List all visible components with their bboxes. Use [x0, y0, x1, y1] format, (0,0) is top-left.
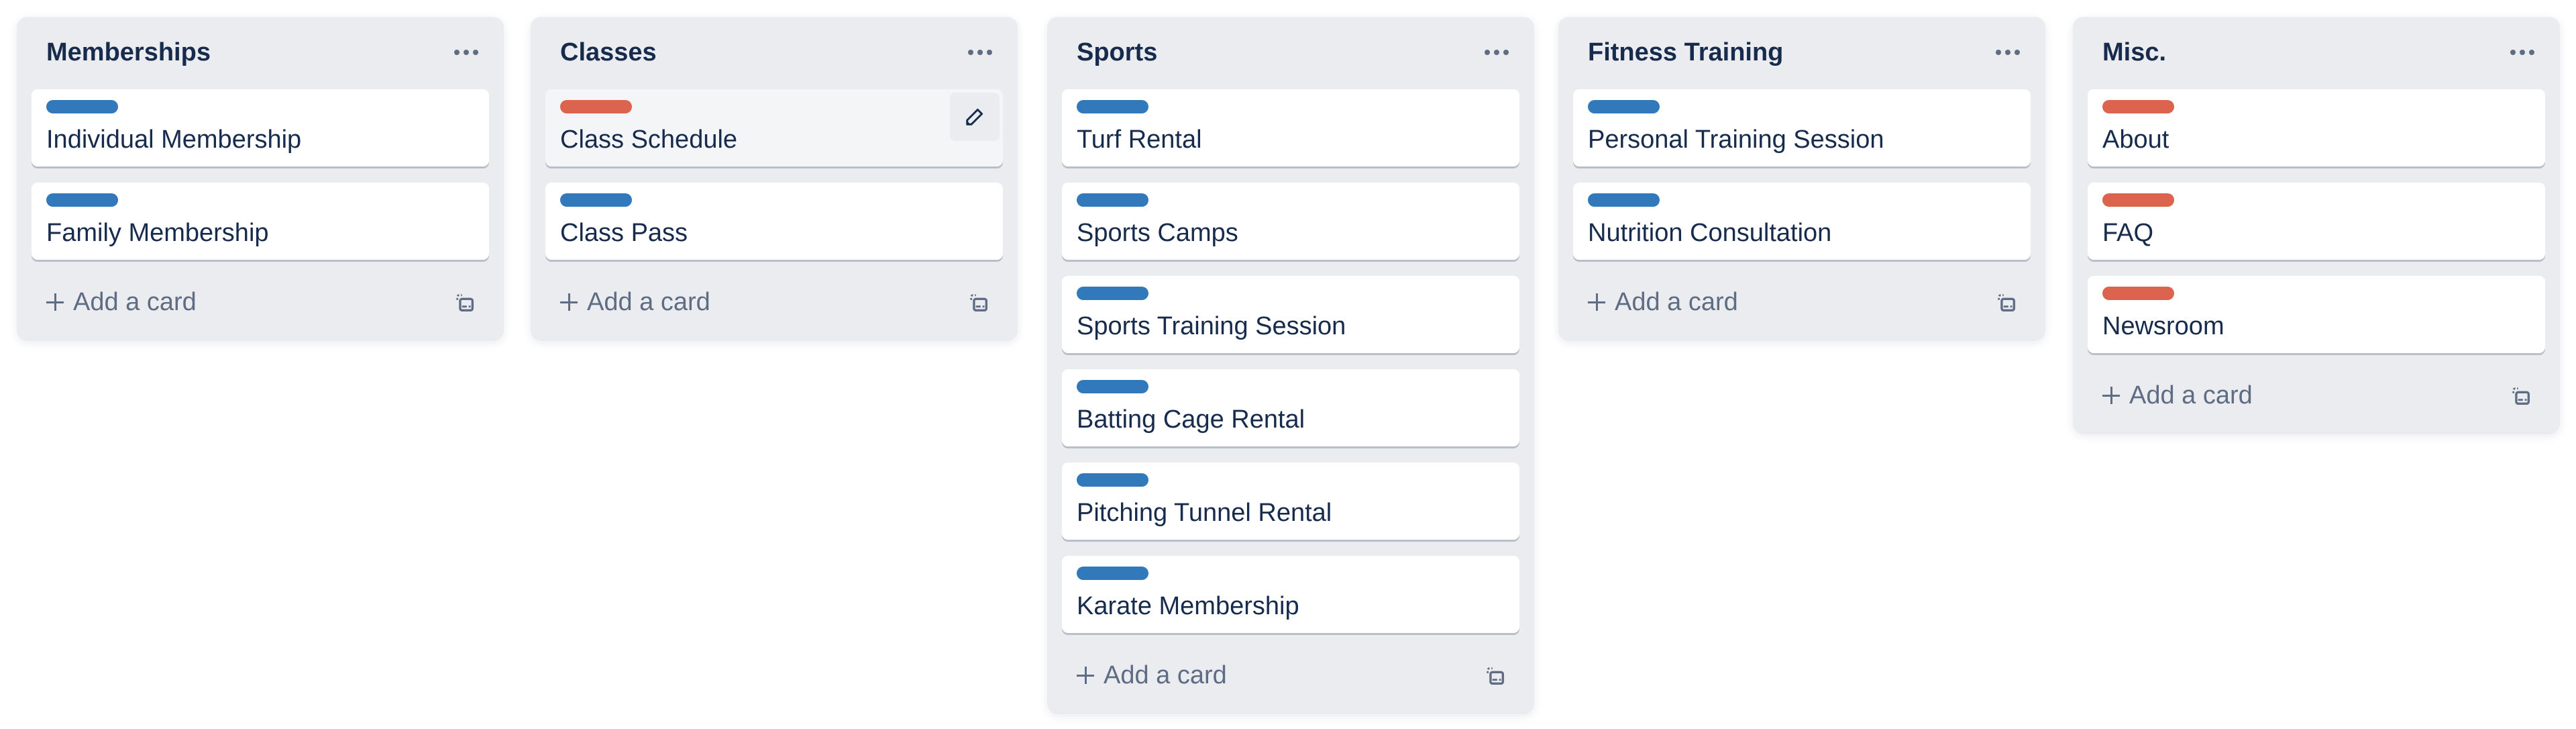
card-title: FAQ	[2102, 219, 2154, 247]
list-fitness-training: Fitness Training Personal Training Sessi…	[1559, 17, 2045, 340]
list-title[interactable]: Memberships	[46, 38, 211, 67]
card[interactable]: Sports Camps	[1062, 183, 1519, 260]
list-title[interactable]: Classes	[560, 38, 657, 67]
card-label-blue[interactable]	[1588, 193, 1660, 207]
add-card-label: Add a card	[587, 287, 710, 316]
add-card-label: Add a card	[2129, 381, 2253, 409]
add-card-button[interactable]: Add a card	[1077, 659, 1227, 692]
add-card-button[interactable]: Add a card	[1588, 285, 1738, 319]
card-title: Class Schedule	[560, 126, 738, 154]
card-label-red[interactable]	[2102, 287, 2174, 300]
more-horizontal-icon[interactable]	[1990, 39, 2025, 66]
card-title: Nutrition Consultation	[1588, 219, 1832, 247]
list-header: Classes	[545, 17, 1003, 89]
card-title: About	[2102, 126, 2169, 154]
list-header: Sports	[1062, 17, 1519, 89]
card-title: Class Pass	[560, 219, 688, 247]
card-template-icon[interactable]	[1482, 663, 1509, 689]
plus-icon	[1077, 667, 1094, 684]
plus-icon	[1588, 293, 1605, 311]
card-label-blue[interactable]	[1077, 473, 1148, 487]
list-memberships: Memberships Individual Membership Family…	[17, 17, 503, 340]
card-title: Individual Membership	[46, 126, 302, 154]
card-label-blue[interactable]	[1077, 567, 1148, 580]
card[interactable]: Newsroom	[2088, 276, 2545, 353]
card[interactable]: Karate Membership	[1062, 556, 1519, 633]
card-label-red[interactable]	[2102, 193, 2174, 207]
card-title: Sports Camps	[1077, 219, 1238, 247]
card-title: Family Membership	[46, 219, 269, 247]
list-footer: Add a card	[1062, 649, 1519, 713]
card-label-blue[interactable]	[560, 193, 632, 207]
card-title: Newsroom	[2102, 312, 2224, 340]
card-title: Personal Training Session	[1588, 126, 1884, 154]
card-label-red[interactable]	[2102, 100, 2174, 113]
board: Memberships Individual Membership Family…	[0, 0, 2576, 729]
add-card-label: Add a card	[1104, 661, 1227, 689]
add-card-label: Add a card	[1615, 287, 1738, 316]
card-label-blue[interactable]	[46, 193, 118, 207]
card-title: Pitching Tunnel Rental	[1077, 499, 1332, 527]
card-template-icon[interactable]	[2508, 383, 2534, 409]
plus-icon	[560, 293, 578, 311]
card-label-red[interactable]	[560, 100, 632, 113]
card[interactable]: Family Membership	[32, 183, 489, 260]
card-template-icon[interactable]	[451, 289, 478, 316]
list-footer: Add a card	[32, 276, 489, 340]
card-template-icon[interactable]	[965, 289, 992, 316]
list-title[interactable]: Sports	[1077, 38, 1157, 67]
list-misc: Misc. About FAQ Newsroom Add a card	[2074, 17, 2559, 433]
list-header: Memberships	[32, 17, 489, 89]
card-label-blue[interactable]	[1077, 287, 1148, 300]
list-footer: Add a card	[2088, 369, 2545, 433]
card-title: Turf Rental	[1077, 126, 1202, 154]
card-label-blue[interactable]	[1077, 380, 1148, 393]
card[interactable]: Sports Training Session	[1062, 276, 1519, 353]
list-title[interactable]: Fitness Training	[1588, 38, 1783, 67]
more-horizontal-icon[interactable]	[1479, 39, 1514, 66]
list-footer: Add a card	[545, 276, 1003, 340]
card-title: Karate Membership	[1077, 592, 1299, 620]
card[interactable]: FAQ	[2088, 183, 2545, 260]
card-template-icon[interactable]	[1993, 289, 2020, 316]
list-classes: Classes Class Schedule Class Pass Add a …	[531, 17, 1017, 340]
card[interactable]: Nutrition Consultation	[1573, 183, 2031, 260]
card[interactable]: Pitching Tunnel Rental	[1062, 463, 1519, 540]
list-title[interactable]: Misc.	[2102, 38, 2166, 67]
card[interactable]: Class Pass	[545, 183, 1003, 260]
card-title: Batting Cage Rental	[1077, 405, 1305, 434]
card[interactable]: About	[2088, 89, 2545, 166]
card[interactable]: Individual Membership	[32, 89, 489, 166]
add-card-button[interactable]: Add a card	[46, 285, 197, 319]
pencil-icon	[966, 108, 983, 126]
add-card-label: Add a card	[73, 287, 197, 316]
list-sports: Sports Turf Rental Sports Camps Sports T…	[1048, 17, 1534, 713]
more-horizontal-icon[interactable]	[2505, 39, 2540, 66]
add-card-button[interactable]: Add a card	[2102, 379, 2253, 412]
card[interactable]: Batting Cage Rental	[1062, 369, 1519, 446]
add-card-button[interactable]: Add a card	[560, 285, 710, 319]
card-title: Sports Training Session	[1077, 312, 1346, 340]
card-label-blue[interactable]	[46, 100, 118, 113]
list-footer: Add a card	[1573, 276, 2031, 340]
card[interactable]: Class Schedule	[545, 89, 1003, 166]
card-label-blue[interactable]	[1077, 193, 1148, 207]
card[interactable]: Turf Rental	[1062, 89, 1519, 166]
plus-icon	[46, 293, 64, 311]
list-header: Fitness Training	[1573, 17, 2031, 89]
card[interactable]: Personal Training Session	[1573, 89, 2031, 166]
more-horizontal-icon[interactable]	[449, 39, 484, 66]
list-header: Misc.	[2088, 17, 2545, 89]
edit-card-button[interactable]	[950, 93, 1000, 141]
card-label-blue[interactable]	[1588, 100, 1660, 113]
card-label-blue[interactable]	[1077, 100, 1148, 113]
more-horizontal-icon[interactable]	[963, 39, 998, 66]
plus-icon	[2102, 387, 2120, 404]
